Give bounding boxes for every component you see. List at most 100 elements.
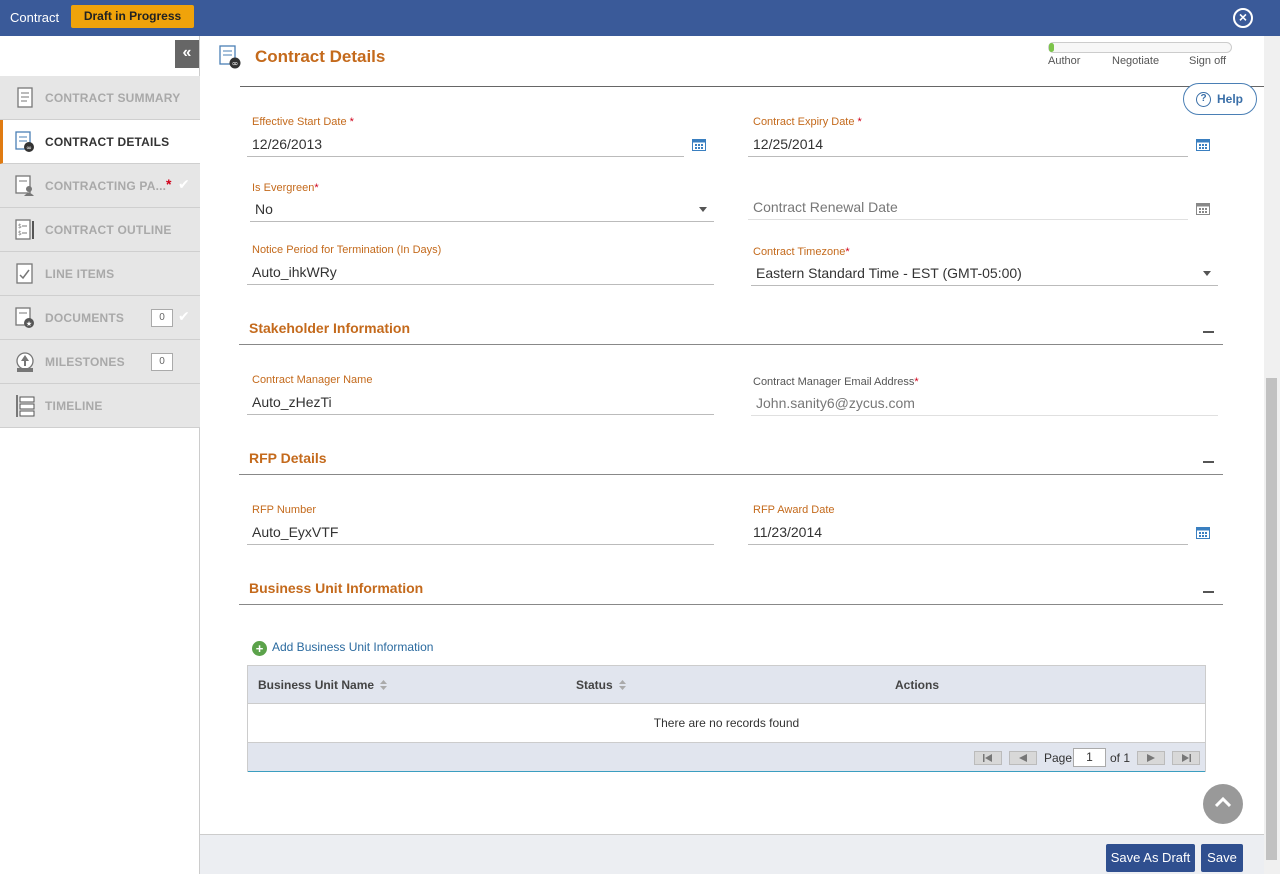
- sidebar-item-line-items[interactable]: LINE ITEMS: [0, 252, 200, 296]
- sidebar-item-contract-outline[interactable]: $ $ CONTRACT OUTLINE: [0, 208, 200, 252]
- outline-icon: $$: [15, 219, 34, 240]
- help-button[interactable]: ? Help: [1183, 83, 1257, 115]
- scrollbar-thumb[interactable]: [1266, 378, 1277, 860]
- help-label: Help: [1217, 92, 1244, 106]
- contract-manager-email-label: Contract Manager Email Address*: [753, 376, 919, 388]
- page-number-input[interactable]: 1: [1073, 748, 1106, 767]
- collapse-section-icon[interactable]: [1203, 331, 1214, 333]
- contract-details-icon: ∞: [219, 45, 241, 69]
- svg-text:∞: ∞: [26, 144, 32, 152]
- svg-text:∞: ∞: [232, 59, 239, 68]
- last-page-button[interactable]: [1172, 751, 1200, 765]
- save-as-draft-button[interactable]: Save As Draft: [1106, 844, 1195, 872]
- sort-icon: [618, 680, 626, 690]
- status-badge: Draft in Progress: [71, 5, 194, 28]
- sidebar-item-label: CONTRACT SUMMARY: [45, 91, 181, 105]
- page-count-label: of 1: [1110, 751, 1131, 765]
- sidebar-item-label: DOCUMENTS: [45, 311, 125, 325]
- first-page-icon: [983, 754, 992, 762]
- count-badge: 0: [151, 309, 173, 327]
- section-divider: [239, 474, 1223, 475]
- chevron-up-icon: [1215, 796, 1231, 808]
- sidebar-item-label: CONTRACTING PA...: [45, 179, 167, 193]
- is-evergreen-select[interactable]: No: [250, 196, 714, 222]
- add-icon: +: [252, 641, 267, 656]
- sidebar-item-contracting-parties[interactable]: CONTRACTING PA... * ✔: [0, 164, 200, 208]
- calendar-icon[interactable]: [1196, 526, 1210, 539]
- column-header-business-unit-name[interactable]: Business Unit Name: [258, 678, 388, 692]
- contract-manager-name-input[interactable]: Auto_zHezTi: [247, 389, 714, 415]
- notice-period-input[interactable]: Auto_ihkWRy: [247, 259, 714, 285]
- calendar-icon[interactable]: [1196, 138, 1210, 151]
- sidebar-item-label: TIMELINE: [45, 399, 103, 413]
- sidebar-item-label: CONTRACT OUTLINE: [45, 223, 172, 237]
- sidebar-item-contract-summary[interactable]: CONTRACT SUMMARY: [0, 76, 200, 120]
- sidebar-item-label: MILESTONES: [45, 355, 125, 369]
- collapse-section-icon[interactable]: [1203, 591, 1214, 593]
- sidebar-item-documents[interactable]: ★ DOCUMENTS 0 ✔: [0, 296, 200, 340]
- notice-period-label: Notice Period for Termination (In Days): [252, 244, 442, 256]
- add-business-unit-label: Add Business Unit Information: [272, 640, 434, 654]
- previous-page-icon: [1019, 754, 1027, 762]
- check-icon: ✔: [178, 308, 190, 324]
- chevron-down-icon[interactable]: [699, 207, 707, 212]
- svg-text:★: ★: [26, 320, 32, 328]
- table-pager: Page 1 of 1: [248, 742, 1205, 772]
- next-page-button[interactable]: [1137, 751, 1165, 765]
- rfp-award-date-input[interactable]: 11/23/2014: [748, 519, 1188, 545]
- double-chevron-left-icon[interactable]: «: [175, 40, 199, 68]
- details-icon: ∞: [15, 131, 34, 152]
- close-icon[interactable]: ×: [1233, 8, 1253, 28]
- sidebar-item-timeline[interactable]: TIMELINE: [0, 384, 200, 428]
- main-content: ∞ Contract Details Author Negotiate Sign…: [200, 36, 1264, 834]
- top-bar: Contract Draft in Progress ×: [0, 0, 1280, 36]
- calendar-icon[interactable]: [692, 138, 706, 151]
- first-page-button[interactable]: [974, 751, 1002, 765]
- required-indicator: *: [166, 176, 172, 192]
- last-page-icon: [1182, 754, 1191, 762]
- documents-icon: ★: [15, 307, 34, 328]
- required-indicator: *: [349, 116, 354, 128]
- window-title: Contract: [10, 10, 60, 25]
- progress-fill: [1049, 43, 1055, 52]
- column-label: Status: [576, 678, 613, 692]
- stage-author: Author: [1048, 55, 1081, 67]
- sidebar: « CONTRACT SUMMARY ∞ CONTRACT DETAILS CO…: [0, 36, 200, 874]
- check-icon: ✔: [178, 176, 190, 192]
- contract-expiry-date-input[interactable]: 12/25/2014: [748, 131, 1188, 157]
- svg-text:$: $: [18, 230, 22, 237]
- stage-sign-off: Sign off: [1189, 55, 1227, 67]
- effective-start-date-input[interactable]: 12/26/2013: [247, 131, 684, 157]
- calendar-icon[interactable]: [1196, 202, 1210, 215]
- contract-manager-email-input[interactable]: John.sanity6@zycus.com: [751, 390, 1218, 416]
- sort-icon: [380, 680, 388, 690]
- rfp-number-input[interactable]: Auto_EyxVTF: [247, 519, 714, 545]
- is-evergreen-label: Is Evergreen*: [252, 182, 319, 194]
- contract-timezone-select[interactable]: Eastern Standard Time - EST (GMT-05:00): [751, 260, 1218, 286]
- summary-icon: [17, 87, 33, 108]
- empty-table-message: There are no records found: [653, 716, 800, 730]
- rfp-section-title: RFP Details: [249, 450, 327, 466]
- collapse-section-icon[interactable]: [1203, 461, 1214, 463]
- column-header-status[interactable]: Status: [576, 678, 626, 692]
- scroll-to-top-button[interactable]: [1203, 784, 1243, 824]
- svg-text:$: $: [18, 223, 22, 230]
- label-text: Contract Expiry Date: [753, 116, 855, 128]
- stage-negotiate: Negotiate: [1112, 55, 1160, 67]
- sidebar-item-contract-details[interactable]: ∞ CONTRACT DETAILS: [0, 120, 200, 164]
- help-icon: ?: [1196, 92, 1211, 107]
- contract-renewal-date-input[interactable]: Contract Renewal Date: [748, 194, 1188, 220]
- effective-start-date-label: Effective Start Date *: [252, 116, 354, 128]
- rfp-award-date-label: RFP Award Date: [753, 504, 835, 516]
- vertical-scrollbar[interactable]: [1264, 36, 1280, 874]
- sidebar-item-milestones[interactable]: MILESTONES 0: [0, 340, 200, 384]
- contract-timezone-label: Contract Timezone*: [753, 246, 850, 258]
- table-header: Business Unit Name Status Actions: [248, 666, 1205, 704]
- chevron-down-icon[interactable]: [1203, 271, 1211, 276]
- save-button[interactable]: Save: [1201, 844, 1243, 872]
- header-divider: [240, 86, 1264, 87]
- add-business-unit-link[interactable]: + Add Business Unit Information: [252, 640, 433, 656]
- page-label: Page: [1044, 751, 1073, 765]
- page-title: Contract Details: [255, 47, 386, 66]
- previous-page-button[interactable]: [1009, 751, 1037, 765]
